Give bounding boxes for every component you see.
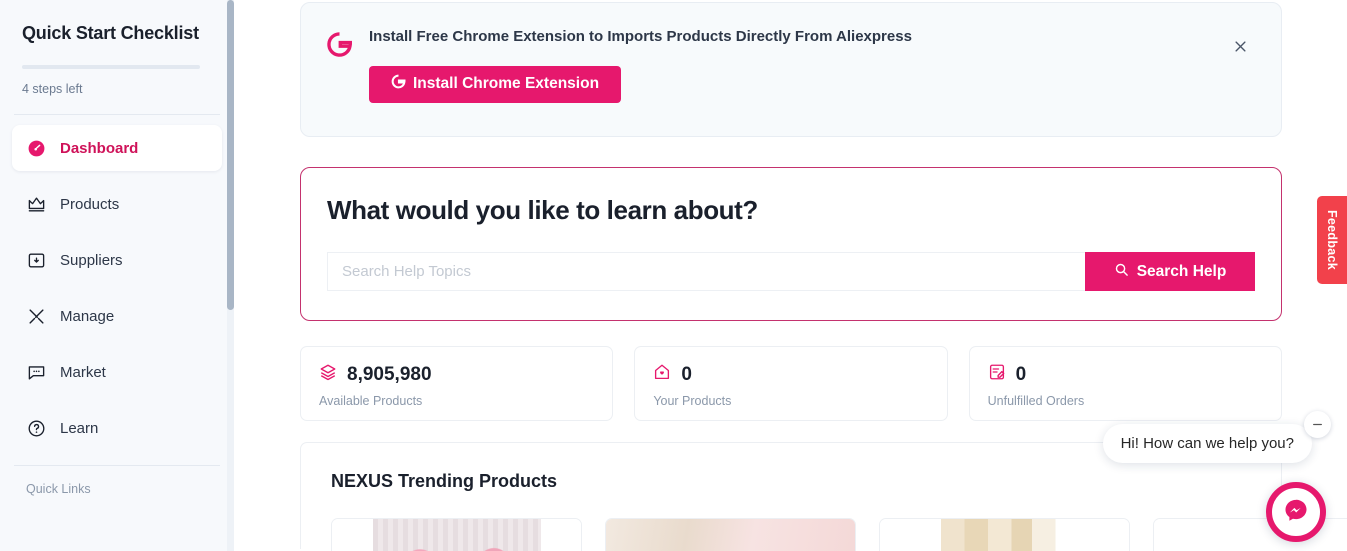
install-button-label: Install Chrome Extension (413, 75, 600, 92)
sidebar-item-label: Dashboard (60, 139, 139, 157)
product-card[interactable] (879, 518, 1130, 551)
search-help-label: Search Help (1136, 262, 1227, 280)
chrome-extension-banner: Install Free Chrome Extension to Imports… (300, 2, 1282, 137)
product-thumbnail (606, 519, 855, 551)
stats-row: 8,905,980 Available Products 0 Your Prod… (300, 346, 1282, 421)
sidebar-item-label: Manage (60, 307, 115, 325)
feedback-tab-label: Feedback (1325, 209, 1340, 271)
banner-body: Install Free Chrome Extension to Imports… (369, 27, 1257, 114)
search-icon (1114, 262, 1129, 282)
help-search-row: Search Help (327, 252, 1255, 291)
box-download-icon (26, 250, 46, 270)
banner-text: Install Free Chrome Extension to Imports… (369, 28, 912, 45)
sidebar-item-manage[interactable]: Manage (12, 297, 222, 335)
chrome-g-icon (325, 27, 353, 114)
stat-label: Unfulfilled Orders (987, 394, 1085, 408)
product-thumbnail (332, 519, 581, 551)
chat-bubble-icon (26, 362, 46, 382)
sidebar-item-label: Suppliers (60, 251, 123, 269)
close-icon[interactable] (1229, 35, 1251, 57)
order-edit-icon (988, 363, 1006, 386)
chat-greeting-bubble[interactable]: Hi! How can we help you? (1102, 424, 1312, 463)
tools-icon (26, 306, 46, 326)
crown-icon (26, 194, 46, 214)
stat-value: 0 (681, 363, 692, 385)
sidebar-item-market[interactable]: Market (12, 353, 222, 391)
stat-top: 0 (653, 363, 928, 386)
question-circle-icon (26, 418, 46, 438)
chat-minimize-button[interactable] (1304, 411, 1331, 438)
quick-start-progress-bar (22, 65, 200, 70)
search-input[interactable] (327, 252, 1085, 291)
sidebar-nav: Dashboard Products Suppliers Manage Mark… (0, 115, 234, 447)
gauge-icon (26, 138, 46, 158)
messenger-icon (1283, 497, 1309, 528)
content-column: Install Free Chrome Extension to Imports… (300, 2, 1347, 551)
quick-start-steps-left: 4 steps left (22, 82, 83, 97)
layers-icon (319, 363, 337, 386)
sidebar: Quick Start Checklist 4 steps left Dashb… (0, 0, 234, 551)
sidebar-item-products[interactable]: Products (12, 185, 222, 223)
sidebar-item-dashboard[interactable]: Dashboard (12, 125, 222, 172)
feedback-tab[interactable]: Feedback (1317, 196, 1347, 284)
stat-top: 8,905,980 (319, 363, 594, 386)
main-content: Install Free Chrome Extension to Imports… (234, 0, 1347, 551)
stat-card-unfulfilled-orders[interactable]: 0 Unfulfilled Orders (968, 346, 1282, 421)
search-help-button[interactable]: Search Help (1085, 252, 1255, 291)
sidebar-item-label: Products (60, 195, 120, 213)
trending-products-row (331, 518, 1347, 551)
product-card[interactable] (605, 518, 856, 551)
sidebar-item-label: Learn (60, 419, 99, 437)
home-heart-icon (653, 363, 671, 386)
product-thumbnail (880, 519, 1129, 551)
help-title: What would you like to learn about? (327, 195, 758, 225)
app-root: Quick Start Checklist 4 steps left Dashb… (0, 0, 1347, 551)
chrome-g-icon (391, 74, 406, 94)
sidebar-scrollbar-thumb[interactable] (227, 0, 234, 310)
trending-title: NEXUS Trending Products (331, 471, 558, 491)
stat-label: Available Products (319, 394, 423, 408)
sidebar-scrollbar-track[interactable] (227, 0, 234, 551)
quick-start-title: Quick Start Checklist (22, 23, 199, 43)
product-card[interactable] (331, 518, 582, 551)
stat-top: 0 (988, 363, 1263, 386)
sidebar-item-suppliers[interactable]: Suppliers (12, 241, 222, 279)
quick-links-label: Quick Links (26, 482, 91, 497)
stat-value: 8,905,980 (347, 363, 432, 385)
quick-start-block: Quick Start Checklist 4 steps left (0, 0, 234, 96)
sidebar-item-label: Market (60, 363, 106, 381)
sidebar-item-learn[interactable]: Learn (12, 409, 222, 447)
stat-value: 0 (1015, 363, 1027, 385)
chat-greeting-text: Hi! How can we help you? (1120, 435, 1294, 452)
install-chrome-extension-button[interactable]: Install Chrome Extension (369, 65, 622, 103)
stat-card-available-products[interactable]: 8,905,980 Available Products (300, 346, 614, 421)
messenger-chat-button[interactable] (1266, 482, 1326, 542)
stat-label: Your Products (653, 394, 732, 408)
stat-card-your-products[interactable]: 0 Your Products (634, 346, 948, 421)
help-search-card: What would you like to learn about? Sear… (300, 167, 1282, 321)
